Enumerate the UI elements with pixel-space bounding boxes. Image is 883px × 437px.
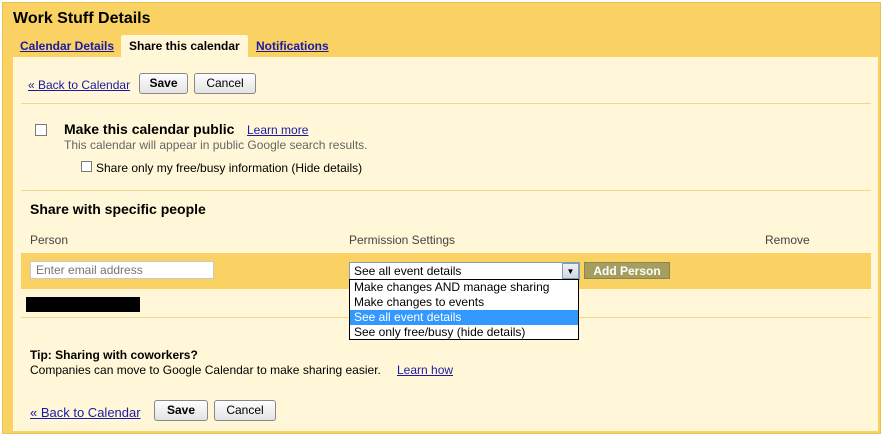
permission-selected-value: See all event details — [354, 264, 462, 278]
permission-option-make-changes[interactable]: Make changes to events — [350, 295, 578, 310]
tip-text: Companies can move to Google Calendar to… — [30, 363, 381, 377]
back-to-calendar-link-top[interactable]: « Back to Calendar — [28, 78, 130, 92]
tab-share-calendar[interactable]: Share this calendar — [121, 35, 248, 58]
column-person: Person — [30, 233, 69, 247]
public-hint: This calendar will appear in public Goog… — [64, 138, 368, 152]
permission-option-see-all[interactable]: See all event details — [350, 310, 578, 325]
email-input[interactable] — [30, 261, 214, 279]
column-remove: Remove — [765, 233, 810, 247]
share-people-heading: Share with specific people — [30, 201, 206, 217]
permission-dropdown-list: Make changes AND manage sharing Make cha… — [349, 279, 579, 340]
learn-more-link[interactable]: Learn more — [247, 123, 308, 137]
divider — [21, 190, 871, 191]
page-title: Work Stuff Details — [13, 10, 151, 27]
save-button-bottom[interactable]: Save — [154, 400, 208, 421]
learn-how-link[interactable]: Learn how — [397, 363, 453, 377]
column-permission: Permission Settings — [349, 233, 456, 247]
freebusy-checkbox[interactable] — [81, 161, 92, 172]
make-public-label: Make this calendar public — [64, 121, 235, 137]
back-to-calendar-link-bottom[interactable]: « Back to Calendar — [30, 405, 141, 420]
permission-select[interactable]: See all event details ▼ — [349, 262, 580, 280]
calendar-settings-frame: Work Stuff Details Calendar Details Shar… — [2, 2, 881, 434]
share-panel: « Back to Calendar Save Cancel Make this… — [13, 57, 878, 431]
save-button-top[interactable]: Save — [139, 73, 188, 94]
dropdown-arrow-icon[interactable]: ▼ — [562, 263, 579, 279]
freebusy-label: Share only my free/busy information (Hid… — [96, 161, 363, 175]
permission-option-manage-sharing[interactable]: Make changes AND manage sharing — [350, 280, 578, 295]
redacted-user-entry — [26, 297, 140, 312]
tab-notifications[interactable]: Notifications — [256, 35, 329, 58]
add-person-button[interactable]: Add Person — [584, 262, 670, 279]
make-public-checkbox[interactable] — [35, 124, 47, 136]
tab-calendar-details[interactable]: Calendar Details — [20, 35, 114, 58]
divider — [21, 103, 871, 104]
permission-option-free-busy[interactable]: See only free/busy (hide details) — [350, 325, 578, 340]
tip-title: Tip: Sharing with coworkers? — [30, 348, 198, 362]
cancel-button-top[interactable]: Cancel — [194, 73, 256, 94]
cancel-button-bottom[interactable]: Cancel — [214, 400, 276, 421]
